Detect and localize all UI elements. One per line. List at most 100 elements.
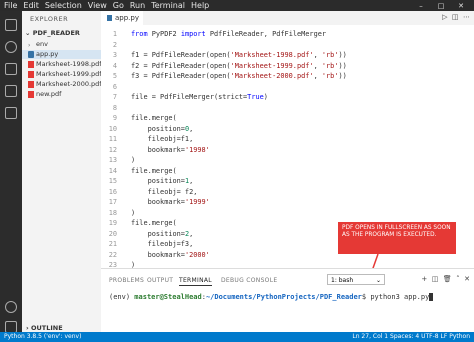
- code-line: bookmark='1999': [131, 198, 210, 206]
- menu-go[interactable]: Go: [113, 1, 124, 10]
- add-terminal-icon[interactable]: +: [421, 275, 427, 283]
- line-number: 7: [112, 93, 117, 101]
- annotation-callout: PDF OPENS IN FULLSCREEN AS SOON AS THE P…: [338, 222, 456, 254]
- code-line: fileobj=f1,: [131, 135, 194, 143]
- activity-bar: [0, 11, 22, 333]
- menu-run[interactable]: Run: [130, 1, 145, 10]
- line-number: 10: [108, 124, 117, 133]
- run-debug-icon[interactable]: [5, 85, 17, 97]
- code-line: f3 = PdfFileReader(open('Marksheet-2000.…: [131, 72, 347, 80]
- file-item-new-pdf[interactable]: new.pdf: [28, 90, 61, 99]
- status-bar: Python 3.8.5 ('env': venv) Ln 27, Col 1 …: [0, 332, 474, 342]
- line-number: 19: [108, 219, 117, 227]
- menu-selection[interactable]: Selection: [45, 1, 82, 10]
- pdf-file-icon: [28, 70, 34, 78]
- search-icon[interactable]: [5, 41, 17, 53]
- window-controls: – □ ✕: [417, 0, 471, 11]
- code-line: ): [131, 156, 136, 164]
- line-number: 9: [112, 114, 117, 122]
- pdf-file-icon: [28, 60, 34, 68]
- code-line: position=0,: [131, 124, 194, 133]
- line-number: 17: [108, 198, 117, 206]
- split-terminal-icon[interactable]: ◫: [432, 275, 439, 283]
- line-number: 12: [108, 145, 117, 154]
- code-line: file.merge(: [131, 114, 177, 122]
- trash-icon[interactable]: 🗑: [443, 275, 452, 283]
- menu-edit[interactable]: Edit: [23, 1, 39, 10]
- python-file-icon: [28, 50, 34, 58]
- editor-status-info[interactable]: Ln 27, Col 1 Spaces: 4 UTF-8 LF Python: [352, 332, 470, 342]
- menu-help[interactable]: Help: [191, 1, 209, 10]
- line-number: 21: [108, 240, 117, 248]
- line-number: 13: [108, 156, 117, 164]
- tab-output[interactable]: OUTPUT: [147, 277, 173, 284]
- file-item-marksheet-1999[interactable]: Marksheet-1999.pdf: [28, 70, 102, 79]
- line-number: 16: [108, 187, 117, 196]
- line-number: 11: [108, 135, 117, 143]
- bottom-panel: PROBLEMS OUTPUT TERMINAL DEBUG CONSOLE 1…: [101, 268, 474, 333]
- line-number: 4: [112, 61, 117, 70]
- outline-section[interactable]: › OUTLINE: [26, 324, 63, 332]
- editor-actions: ▷ ◫ ⋯: [442, 13, 470, 21]
- python-interpreter-status[interactable]: Python 3.8.5 ('env': venv): [4, 332, 81, 342]
- split-editor-icon[interactable]: ◫: [452, 13, 459, 21]
- code-line: ): [131, 208, 136, 217]
- code-line: file.merge(: [131, 166, 177, 175]
- pdf-file-icon: [28, 80, 34, 88]
- code-line: f2 = PdfFileReader(open('Marksheet-1999.…: [131, 61, 347, 70]
- menu-file[interactable]: File: [4, 1, 17, 10]
- terminal-select[interactable]: 1: bash ⌄: [327, 274, 385, 285]
- tab-terminal[interactable]: TERMINAL: [179, 277, 212, 286]
- extensions-icon[interactable]: [5, 107, 17, 119]
- file-item-marksheet-1998[interactable]: Marksheet-1998.pdf: [28, 60, 102, 69]
- menu-view[interactable]: View: [88, 1, 107, 10]
- code-line: bookmark='1998': [131, 145, 210, 154]
- chevron-down-icon: ⌄: [375, 277, 381, 284]
- code-line: fileobj=f3,: [131, 240, 194, 248]
- pdf-file-icon: [28, 90, 34, 98]
- close-icon[interactable]: ✕: [457, 2, 465, 10]
- code-line: from PyPDF2 import PdfFileReader, PdfFil…: [131, 30, 327, 38]
- file-item-app-py[interactable]: app.py: [22, 50, 101, 59]
- more-actions-icon[interactable]: ⋯: [463, 13, 470, 21]
- terminal-output[interactable]: (env) master@StealHead:~/Documents/Pytho…: [109, 293, 434, 301]
- menu-bar: File Edit Selection View Go Run Terminal Help –…: [0, 0, 474, 11]
- file-item-marksheet-2000[interactable]: Marksheet-2000.pdf: [28, 80, 102, 89]
- code-line: file = PdfFileMerger(strict=True): [131, 93, 268, 101]
- run-icon[interactable]: ▷: [442, 13, 447, 21]
- line-number: 3: [112, 51, 117, 59]
- line-number: 5: [112, 72, 117, 80]
- explorer-sidebar: EXPLORER ⌄ PDF_READER › env app.py Marksh…: [22, 11, 102, 332]
- account-icon[interactable]: [5, 301, 17, 313]
- project-folder[interactable]: ⌄ PDF_READER: [25, 29, 80, 37]
- line-number: 15: [108, 177, 117, 185]
- code-line: position=2,: [131, 229, 194, 238]
- line-number: 22: [108, 250, 117, 259]
- tab-problems[interactable]: PROBLEMS: [109, 277, 144, 284]
- explorer-icon[interactable]: [5, 19, 17, 31]
- line-number: 6: [112, 82, 117, 91]
- close-panel-icon[interactable]: ✕: [464, 275, 470, 283]
- code-line: file.merge(: [131, 219, 177, 227]
- code-line: bookmark='2000': [131, 250, 210, 259]
- line-number: 14: [108, 166, 117, 175]
- code-line: position=1,: [131, 177, 194, 185]
- line-number: 18: [108, 208, 117, 217]
- terminal-cursor: [429, 293, 434, 301]
- chevron-up-icon[interactable]: ˄: [456, 275, 460, 283]
- line-number: 20: [108, 229, 117, 238]
- line-number: 1: [112, 30, 117, 38]
- code-line: fileobj= f2,: [131, 187, 198, 196]
- explorer-header: EXPLORER: [30, 15, 69, 23]
- maximize-icon[interactable]: □: [437, 2, 445, 10]
- panel-actions: + ◫ 🗑 ˄ ✕: [421, 275, 470, 283]
- minimize-icon[interactable]: –: [417, 2, 425, 10]
- tab-app-py[interactable]: app.py: [101, 11, 143, 25]
- folder-icon: ›: [28, 41, 31, 49]
- python-file-icon: [107, 15, 112, 21]
- menu-terminal[interactable]: Terminal: [151, 1, 185, 10]
- source-control-icon[interactable]: [5, 63, 17, 75]
- line-number: 8: [112, 103, 117, 112]
- file-item-env[interactable]: › env: [28, 40, 48, 49]
- tab-debug-console[interactable]: DEBUG CONSOLE: [221, 277, 277, 284]
